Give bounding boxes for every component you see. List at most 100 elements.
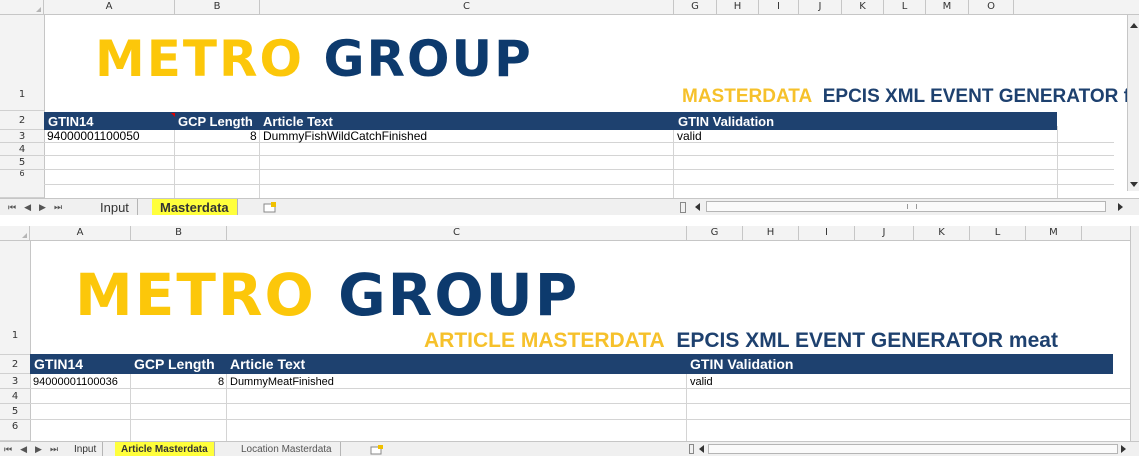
col-header-j[interactable]: J [855,226,914,240]
vertical-scrollbar[interactable] [1130,226,1139,441]
insert-sheet-icon[interactable] [362,442,392,456]
col-header-o[interactable]: O [969,0,1014,14]
sheet-split-handle[interactable] [680,202,686,213]
header-article-text[interactable]: Article Text [263,114,333,129]
header-gcp-length[interactable]: GCP Length [178,114,253,129]
vertical-scrollbar[interactable] [1127,15,1139,191]
row-header-2[interactable]: 2 [0,355,30,374]
row-header-3[interactable]: 3 [0,130,44,143]
tab-input[interactable]: Input [92,199,138,215]
last-sheet-icon[interactable]: ⏭ [54,203,62,213]
scroll-up-icon[interactable] [1130,23,1138,28]
cell-gcp-length[interactable]: 8 [218,376,224,388]
gridline [226,374,227,441]
row-header-6[interactable]: 6 [0,420,30,441]
horizontal-scrollbar[interactable] [708,444,1118,454]
col-header-i[interactable]: I [799,226,855,240]
first-sheet-icon[interactable]: ⏮ [4,445,12,455]
tab-article-masterdata[interactable]: Article Masterdata [115,442,215,456]
row-header-2[interactable]: 2 [0,111,44,130]
title-generator: EPCIS XML EVENT GENERATOR meat [676,329,1058,352]
scroll-right-icon[interactable] [1118,203,1123,211]
col-header-k[interactable]: K [914,226,970,240]
cell-article-text[interactable]: DummyFishWildCatchFinished [263,129,427,143]
row-header-5[interactable]: 5 [0,404,30,420]
prev-sheet-icon[interactable]: ◀ [24,203,31,213]
col-header-a[interactable]: A [44,0,175,14]
select-all-corner[interactable] [0,0,44,14]
cell-gtin[interactable]: 94000001100036 [33,376,118,388]
header-gtin-validation[interactable]: GTIN Validation [678,114,774,129]
comment-indicator[interactable] [171,113,175,117]
col-header-k[interactable]: K [842,0,884,14]
cell-gtin-validation[interactable]: valid [690,376,713,388]
logo-group-text: GROUP [323,30,533,88]
column-header-bar: A B C G H I J K L M [0,226,1139,241]
header-gcp-length[interactable]: GCP Length [134,356,215,372]
col-header-m[interactable]: M [926,0,969,14]
col-header-h[interactable]: H [743,226,799,240]
col-header-l[interactable]: L [884,0,926,14]
title-article-masterdata: ARTICLE MASTERDATA [424,329,665,352]
sheet-title: MASTERDATA EPCIS XML EVENT GENERATOR fis… [682,86,1139,108]
gridline [44,184,1114,185]
row-header-3[interactable]: 3 [0,374,30,389]
row-header-5[interactable]: 5 [0,156,44,170]
col-header-l[interactable]: L [970,226,1026,240]
row-header-4[interactable]: 4 [0,389,30,404]
header-gtin-validation[interactable]: GTIN Validation [690,356,793,372]
row-header-1[interactable]: 1 [0,241,30,355]
row-header-4[interactable]: 4 [0,143,44,156]
tab-masterdata[interactable]: Masterdata [152,199,238,215]
tab-input[interactable]: Input [68,442,104,456]
column-header-bar: A B C G H I J K L M O [0,0,1139,15]
tab-nav-buttons: ⏮ ◀ ▶ ⏭ [8,199,70,215]
title-masterdata: MASTERDATA [682,86,813,107]
scroll-left-icon[interactable] [699,445,704,453]
logo-group-text: GROUP [338,261,580,329]
col-header-a[interactable]: A [30,226,131,240]
select-all-corner[interactable] [0,226,30,240]
cell-article-text[interactable]: DummyMeatFinished [230,376,334,388]
col-header-h[interactable]: H [717,0,759,14]
col-header-c[interactable]: C [260,0,674,14]
cell-gtin[interactable]: 94000001100050 [47,129,140,143]
last-sheet-icon[interactable]: ⏭ [50,445,58,455]
top-sheet-pane: A B C G H I J K L M O 1 2 3 4 5 6 METRO … [0,0,1139,215]
row-header-bar: 1 2 3 4 5 6 [0,241,31,441]
prev-sheet-icon[interactable]: ◀ [20,445,27,455]
horizontal-scrollbar[interactable] [706,201,1106,212]
sheet-tab-bar: ⏮ ◀ ▶ ⏭ Input Masterdata [0,198,1139,215]
col-header-m[interactable]: M [1026,226,1082,240]
table-header-row: GTIN14 GCP Length Article Text GTIN Vali… [30,354,1113,374]
next-sheet-icon[interactable]: ▶ [35,445,42,455]
header-article-text[interactable]: Article Text [230,356,305,372]
insert-sheet-icon[interactable] [254,199,286,215]
col-header-c[interactable]: C [227,226,687,240]
scroll-down-icon[interactable] [1130,182,1138,187]
col-header-g[interactable]: G [674,0,717,14]
scroll-thumb[interactable] [907,204,917,209]
col-header-b[interactable]: B [131,226,227,240]
header-gtin14[interactable]: GTIN14 [48,114,94,129]
next-sheet-icon[interactable]: ▶ [39,203,46,213]
scroll-right-icon[interactable] [1121,445,1126,453]
col-header-i[interactable]: I [759,0,799,14]
row-header-6[interactable]: 6 [0,170,44,198]
gridline [174,126,175,198]
scroll-left-icon[interactable] [695,203,700,211]
cell-gcp-length[interactable]: 8 [250,129,257,143]
gridline [259,126,260,198]
first-sheet-icon[interactable]: ⏮ [8,203,16,213]
title-generator: EPCIS XML EVENT GENERATOR fish [822,86,1139,107]
col-header-g[interactable]: G [687,226,743,240]
cell-gtin-validation[interactable]: valid [677,129,702,143]
col-header-b[interactable]: B [175,0,260,14]
header-gtin14[interactable]: GTIN14 [34,356,83,372]
logo-metro-text: METRO [95,30,305,88]
sheet-split-handle[interactable] [689,444,694,454]
sheet-title: ARTICLE MASTERDATA EPCIS XML EVENT GENER… [424,329,1058,353]
col-header-j[interactable]: J [799,0,842,14]
row-header-1[interactable]: 1 [0,15,44,111]
tab-location-masterdata[interactable]: Location Masterdata [233,442,341,456]
